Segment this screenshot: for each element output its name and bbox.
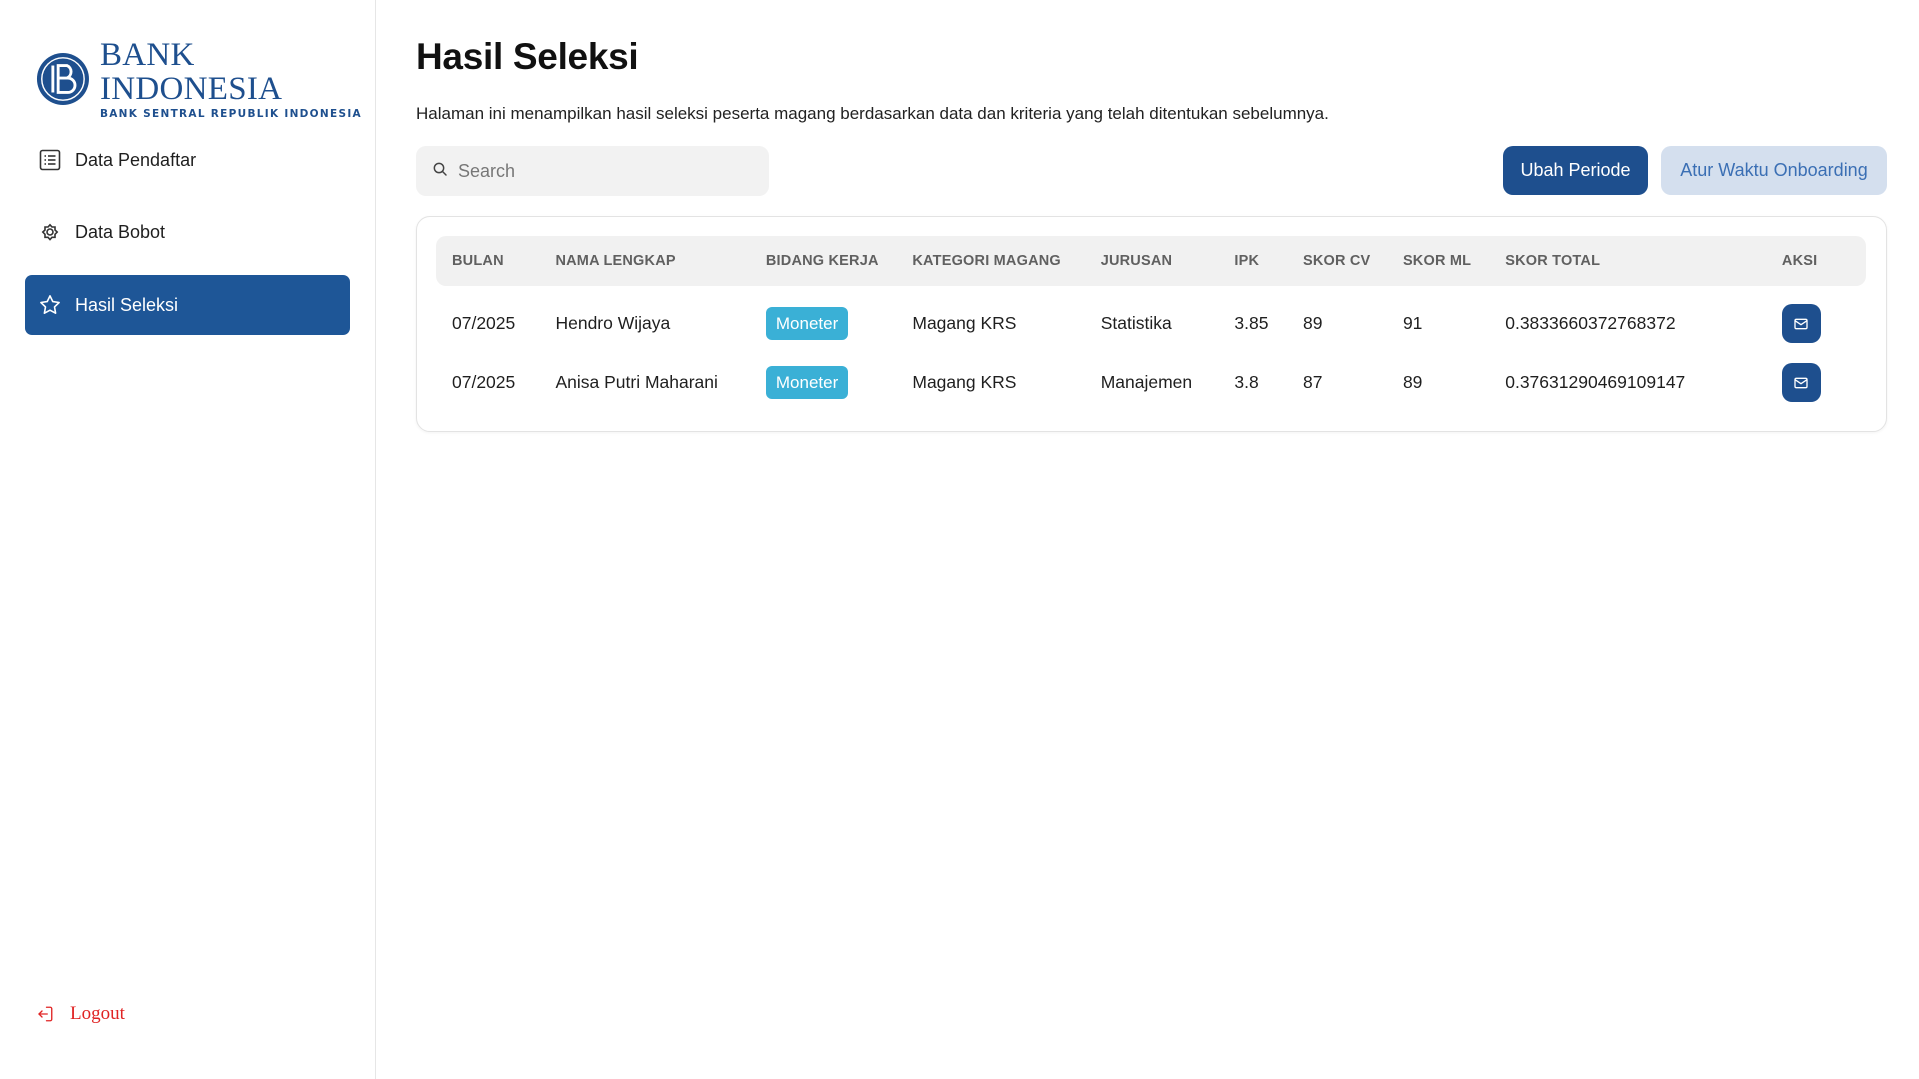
sidebar: BANK INDONESIA BANK SENTRAL REPUBLIK IND… bbox=[0, 0, 376, 1079]
column-header-skor-cv[interactable]: SKOR CV bbox=[1286, 236, 1387, 286]
column-header-kategori-magang[interactable]: KATEGORI MAGANG bbox=[896, 236, 1085, 286]
cell-skor-total: 0.37631290469109147 bbox=[1505, 372, 1686, 392]
column-header-bidang-kerja[interactable]: BIDANG KERJA bbox=[749, 236, 897, 286]
mail-icon bbox=[1794, 318, 1809, 329]
page-title: Hasil Seleksi bbox=[416, 36, 639, 77]
column-header-aksi: AKSI bbox=[1765, 236, 1866, 286]
sidebar-item-data-bobot[interactable]: Data Bobot bbox=[25, 202, 350, 262]
cell-bidang: Moneter bbox=[750, 286, 896, 353]
cell-skor-ml: 89 bbox=[1402, 372, 1423, 392]
sidebar-item-label: Data Pendaftar bbox=[75, 149, 197, 170]
sidebar-item-hasil-seleksi[interactable]: Hasil Seleksi bbox=[25, 275, 350, 335]
search-input[interactable] bbox=[458, 160, 758, 182]
bidang-badge: Moneter bbox=[765, 307, 849, 340]
bidang-badge: Moneter bbox=[765, 366, 849, 399]
set-onboarding-time-button[interactable]: Atur Waktu Onboarding bbox=[1661, 146, 1887, 195]
cell-bulan: 07/2025 bbox=[452, 313, 516, 333]
cell-kategori: Magang KRS bbox=[912, 313, 1017, 333]
column-header-skor-ml[interactable]: SKOR ML bbox=[1386, 236, 1490, 286]
sidebar-item-label: Data Bobot bbox=[75, 221, 166, 242]
column-header-bulan[interactable]: BULAN bbox=[436, 236, 540, 286]
cell-skor-ml: 91 bbox=[1402, 313, 1423, 333]
change-period-button[interactable]: Ubah Periode bbox=[1503, 146, 1648, 195]
brand-subtitle: BANK SENTRAL REPUBLIK INDONESIA bbox=[99, 108, 362, 120]
search-icon bbox=[432, 161, 448, 182]
column-header-skor-total[interactable]: SKOR TOTAL bbox=[1489, 236, 1766, 286]
cell-jurusan: Manajemen bbox=[1100, 372, 1193, 392]
cell-jurusan: Statistika bbox=[1100, 313, 1172, 333]
table-row[interactable]: 07/2025 Anisa Putri Maharani Moneter Mag… bbox=[436, 353, 1866, 412]
send-email-button[interactable] bbox=[1781, 363, 1821, 402]
cell-bidang: Moneter bbox=[750, 353, 896, 412]
search-box[interactable] bbox=[416, 146, 769, 196]
cell-skor-cv: 89 bbox=[1302, 313, 1323, 333]
results-table: BULAN NAMA LENGKAP BIDANG KERJA KATEGORI… bbox=[436, 236, 1866, 412]
gear-icon bbox=[37, 219, 63, 245]
cell-nama: Anisa Putri Maharani bbox=[555, 372, 718, 392]
cell-skor-total: 0.3833660372768372 bbox=[1505, 313, 1676, 333]
logo-text: BANK INDONESIA BANK SENTRAL REPUBLIK IND… bbox=[100, 38, 375, 120]
cell-ipk: 3.85 bbox=[1234, 313, 1269, 333]
page-description: Halaman ini menampilkan hasil seleksi pe… bbox=[416, 104, 1329, 123]
cell-ipk: 3.8 bbox=[1234, 372, 1259, 392]
cell-bulan: 07/2025 bbox=[452, 372, 516, 392]
cell-skor-cv: 87 bbox=[1302, 372, 1323, 392]
logout-button[interactable]: Logout bbox=[36, 1003, 125, 1025]
list-icon bbox=[37, 147, 63, 173]
brand-title: BANK INDONESIA bbox=[99, 37, 283, 107]
sidebar-nav: Data Pendaftar Data Bobot Hasil Seleksi bbox=[25, 130, 350, 348]
star-icon bbox=[37, 292, 63, 318]
cell-aksi bbox=[1766, 353, 1866, 412]
bank-indonesia-emblem-icon bbox=[36, 52, 89, 106]
column-header-ipk[interactable]: IPK bbox=[1218, 236, 1287, 286]
table-header-row: BULAN NAMA LENGKAP BIDANG KERJA KATEGORI… bbox=[436, 236, 1866, 286]
sidebar-item-data-pendaftar[interactable]: Data Pendaftar bbox=[25, 130, 350, 190]
column-header-nama-lengkap[interactable]: NAMA LENGKAP bbox=[539, 236, 750, 286]
bank-indonesia-logo[interactable]: BANK INDONESIA BANK SENTRAL REPUBLIK IND… bbox=[36, 38, 375, 120]
logout-icon bbox=[36, 1004, 56, 1024]
logout-label: Logout bbox=[70, 1003, 125, 1024]
mail-icon bbox=[1794, 377, 1809, 388]
cell-nama: Hendro Wijaya bbox=[555, 313, 671, 333]
results-table-card: BULAN NAMA LENGKAP BIDANG KERJA KATEGORI… bbox=[416, 216, 1887, 432]
sidebar-item-label: Hasil Seleksi bbox=[75, 294, 179, 315]
table-row[interactable]: 07/2025 Hendro Wijaya Moneter Magang KRS… bbox=[436, 286, 1866, 353]
send-email-button[interactable] bbox=[1781, 304, 1821, 343]
cell-aksi bbox=[1766, 286, 1866, 353]
cell-kategori: Magang KRS bbox=[912, 372, 1017, 392]
column-header-jurusan[interactable]: JURUSAN bbox=[1084, 236, 1219, 286]
